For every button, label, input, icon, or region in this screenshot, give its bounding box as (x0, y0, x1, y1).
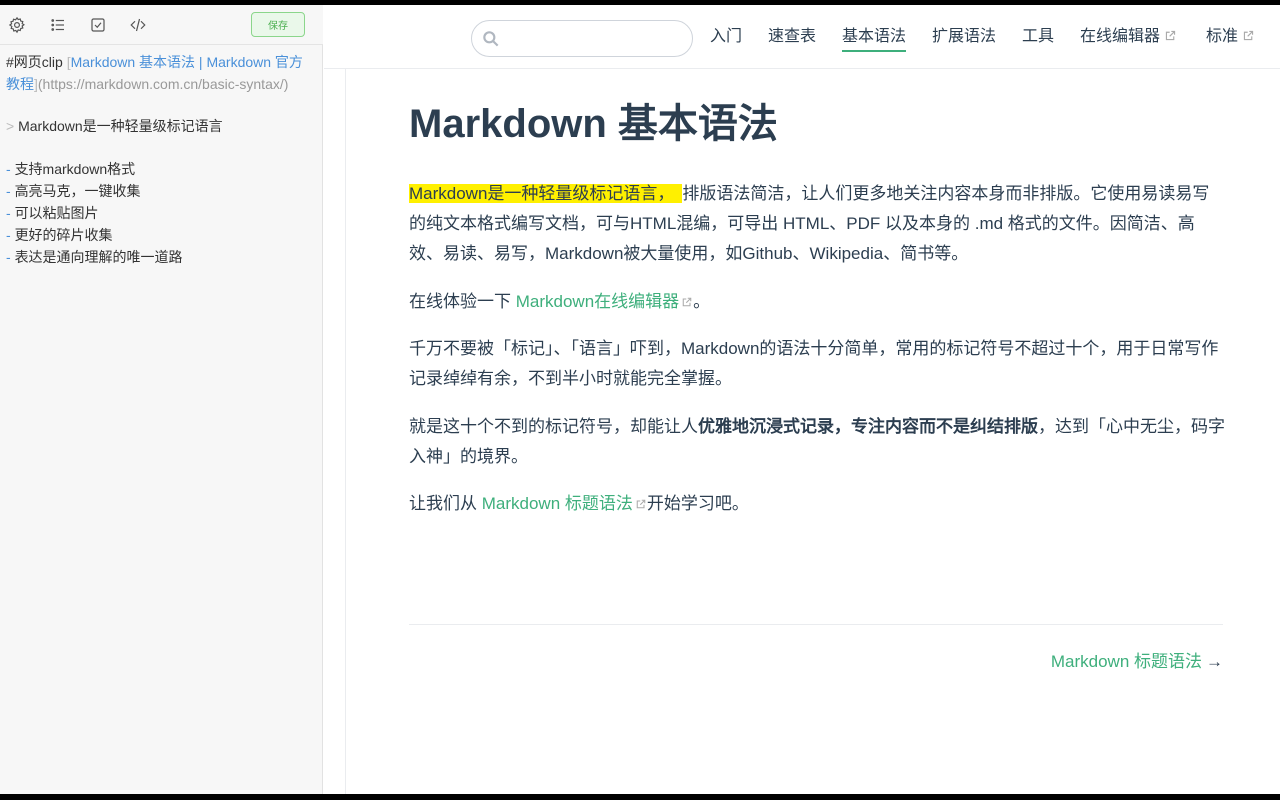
main-content: Markdown 基本语法 Markdown是一种轻量级标记语言， 排版语法简洁，… (345, 69, 1280, 794)
list-item-text: 可以粘贴图片 (14, 205, 99, 221)
try-online-paragraph: 在线体验一下 Markdown在线编辑器。 (409, 287, 1225, 317)
quote-text: Markdown是一种轻量级标记语言 (18, 118, 223, 134)
nav-item-basic-syntax[interactable]: 基本语法 (842, 26, 907, 52)
start-learning-paragraph: 让我们从 Markdown 标题语法 开始学习吧。 (409, 489, 1225, 519)
clip-toolbar: 保存 (0, 5, 323, 45)
list-item: - 支持markdown格式 (6, 158, 318, 180)
heading-syntax-link-label: Markdown 标题语法 (481, 494, 633, 513)
code-icon[interactable] (127, 15, 149, 35)
list-item-text: 高亮马克，一键收集 (14, 183, 141, 199)
browser-viewport: 保存 #网页clip [Markdown 基本语法 | Markdown 官方 … (0, 5, 1280, 794)
elegant-text-start: 就是这十个不到的标记符号，却能让人 (409, 417, 698, 436)
list-item-text: 表达是通向理解的唯一道路 (14, 249, 183, 265)
list-item-text: 更好的碎片收集 (14, 227, 113, 243)
start-learning-end: 开始学习吧。 (646, 494, 749, 513)
try-online-text: 在线体验一下 (409, 292, 516, 311)
arrow-right-icon: → (1206, 652, 1223, 671)
list-marker: - (6, 205, 11, 221)
heading-syntax-link[interactable]: Markdown 标题语法 (482, 494, 647, 513)
site-header: 入门 速查表 基本语法 扩展语法 工具 在线编辑器 标准 (324, 5, 1280, 69)
clip-tag: #网页clip (6, 54, 63, 70)
list-item: - 高亮马克，一键收集 (6, 180, 318, 202)
quote-marker: > (6, 118, 15, 134)
list-marker: - (6, 227, 11, 243)
list-marker: - (6, 161, 11, 177)
try-online-end: 。 (693, 292, 711, 311)
clip-url: (https://markdown.com.cn/basic-syntax/) (37, 76, 289, 92)
intro-paragraph: Markdown是一种轻量级标记语言， 排版语法简洁，让人们更多地关注内容本身而非… (409, 179, 1225, 269)
external-link-icon (636, 499, 646, 509)
elegant-bold-text: 优雅地沉浸式记录，专注内容而不是纠结排版 (698, 417, 1038, 436)
nav-item-cheatsheet[interactable]: 速查表 (768, 26, 816, 52)
list-item-text: 支持markdown格式 (14, 161, 136, 177)
nav-item-standard-label: 标准 (1206, 28, 1239, 45)
list-item: - 更好的碎片收集 (6, 224, 318, 246)
list-marker: - (6, 183, 11, 199)
online-editor-link[interactable]: Markdown在线编辑器 (516, 292, 693, 311)
highlighted-text: Markdown是一种轻量级标记语言， (409, 184, 683, 203)
clip-editor[interactable]: #网页clip [Markdown 基本语法 | Markdown 官方 教程]… (6, 51, 318, 268)
page-title: Markdown 基本语法 (409, 102, 778, 146)
nav-item-intro[interactable]: 入门 (710, 26, 742, 52)
simple-syntax-paragraph: 千万不要被「标记」、「语言」吓到，Markdown的语法十分简单，常用的标记符号… (409, 339, 1219, 388)
nav-item-standard[interactable]: 标准 (1206, 26, 1255, 52)
nav-item-online-editor-label: 在线编辑器 (1080, 28, 1161, 45)
online-editor-link-label: Markdown在线编辑器 (515, 292, 680, 311)
clip-link-text-cont[interactable]: 教程 (6, 76, 34, 92)
save-button[interactable]: 保存 (251, 12, 305, 37)
elegant-paragraph: 就是这十个不到的标记符号，却能让人优雅地沉浸式记录，专注内容而不是纠结排版，达到… (409, 412, 1225, 472)
page-divider (409, 624, 1223, 625)
search-icon (481, 29, 501, 49)
clip-source-line: #网页clip [Markdown 基本语法 | Markdown 官方 (6, 51, 318, 73)
clip-panel: 保存 #网页clip [Markdown 基本语法 | Markdown 官方 … (0, 5, 323, 794)
search-input[interactable] (506, 27, 686, 51)
external-link-icon (682, 297, 692, 307)
nav-item-online-editor[interactable]: 在线编辑器 (1080, 26, 1177, 52)
clip-source-line-2: 教程](https://markdown.com.cn/basic-syntax… (6, 73, 318, 95)
list-marker: - (6, 249, 11, 265)
list-item: - 可以粘贴图片 (6, 202, 318, 224)
next-page-link[interactable]: Markdown 标题语法 → (1051, 647, 1223, 672)
start-learning-text: 让我们从 (409, 494, 482, 513)
next-page-label: Markdown 标题语法 (1050, 652, 1202, 671)
nav-item-extended-syntax[interactable]: 扩展语法 (932, 26, 996, 52)
list-icon[interactable] (48, 15, 68, 35)
gear-icon[interactable] (7, 15, 27, 35)
external-link-icon (1165, 30, 1176, 41)
external-link-icon (1243, 30, 1254, 41)
nav-item-tools[interactable]: 工具 (1022, 26, 1054, 52)
checkbox-icon[interactable] (88, 15, 108, 35)
search-box[interactable] (471, 20, 693, 57)
clip-quote: > Markdown是一种轻量级标记语言 (6, 115, 318, 137)
clip-link-text[interactable]: Markdown 基本语法 | Markdown 官方 (71, 54, 303, 70)
list-item: - 表达是通向理解的唯一道路 (6, 246, 318, 268)
